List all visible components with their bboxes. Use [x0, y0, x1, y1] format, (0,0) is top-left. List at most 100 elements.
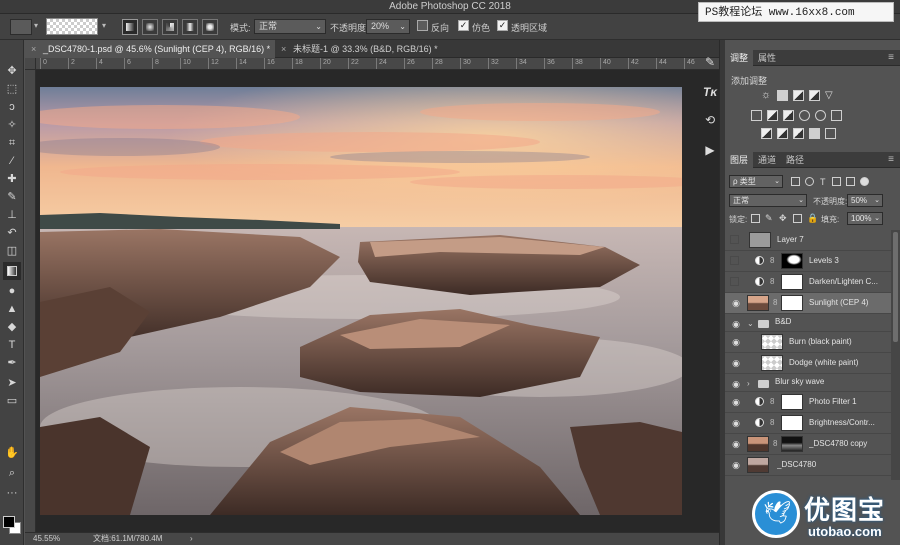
eye-icon[interactable]: ◉: [730, 439, 742, 449]
diamond-gradient-button[interactable]: [202, 19, 218, 35]
tab-channels[interactable]: 通道: [753, 152, 781, 168]
levels-icon[interactable]: [777, 90, 788, 101]
chevron-down-icon[interactable]: ▾: [34, 21, 38, 30]
pen-tool-icon[interactable]: ✒: [3, 354, 21, 372]
actions-play-icon[interactable]: ▶: [700, 140, 720, 160]
layer-row[interactable]: ◉ _DSC4780: [725, 455, 891, 476]
magic-wand-tool-icon[interactable]: ✧: [3, 116, 21, 134]
visibility-toggle[interactable]: [730, 235, 739, 244]
layer-row[interactable]: Layer 7: [725, 230, 891, 251]
invert-icon[interactable]: [761, 128, 772, 139]
layer-row[interactable]: ◉ 8 _DSC4780 copy: [725, 434, 891, 455]
chevron-down-icon[interactable]: ⌄: [747, 319, 754, 328]
layer-mask-thumbnail[interactable]: [781, 253, 803, 269]
filter-adjustment-icon[interactable]: [805, 177, 814, 186]
tab-dsc4780[interactable]: × _DSC4780-1.psd @ 45.6% (Sunlight (CEP …: [25, 40, 275, 58]
layer-filter-select[interactable]: ρ 类型 ⌄: [729, 175, 783, 188]
eye-icon[interactable]: ◉: [730, 298, 742, 308]
stamp-tool-icon[interactable]: ⊥: [3, 206, 21, 224]
eyedropper-tool-icon[interactable]: ⁄: [3, 152, 21, 170]
lock-pixels-icon[interactable]: ✎: [765, 213, 773, 224]
layer-mask-thumbnail[interactable]: [781, 415, 803, 431]
horizontal-ruler[interactable]: 0 2 4 6 8 10 12 14 16 18 20 22 24 26 28 30 32 34 36 38 40 42 4…: [36, 58, 719, 70]
reflected-gradient-button[interactable]: [182, 19, 198, 35]
paint-bucket-tool-icon[interactable]: ◆: [3, 318, 21, 336]
tab-paths[interactable]: 路径: [781, 152, 809, 168]
status-menu-arrow[interactable]: ›: [190, 533, 193, 545]
tool-preset-picker[interactable]: [10, 19, 32, 35]
group-row[interactable]: ◉ ⌄ B&D: [725, 314, 891, 332]
tab-layers[interactable]: 图层: [725, 152, 754, 168]
layer-mask-thumbnail[interactable]: [781, 436, 803, 452]
hand-tool-icon[interactable]: ✋: [3, 444, 21, 462]
more-tools-icon[interactable]: ···: [3, 484, 21, 502]
transparency-checkbox[interactable]: ✓: [497, 20, 508, 31]
eraser-tool-icon[interactable]: ◫: [3, 242, 21, 260]
layer-row-selected[interactable]: ◉ 8 Sunlight (CEP 4): [725, 293, 891, 314]
filter-shape-icon[interactable]: [832, 177, 841, 186]
blur-tool-icon[interactable]: ●: [3, 282, 21, 300]
move-tool-icon[interactable]: ✥: [3, 62, 21, 80]
gradient-editor-swatch[interactable]: [46, 18, 98, 35]
layer-row[interactable]: 8 Darken/Lighten C...: [725, 272, 891, 293]
opacity-input[interactable]: 20% ⌄: [366, 19, 410, 34]
mode-select[interactable]: 正常 ⌄: [254, 19, 326, 34]
dither-checkbox[interactable]: ✓: [458, 20, 469, 31]
lock-position-icon[interactable]: ✥: [779, 213, 787, 224]
filter-smart-object-icon[interactable]: [846, 177, 855, 186]
close-icon[interactable]: ×: [31, 40, 36, 58]
canvas-area[interactable]: [36, 70, 719, 532]
history-panel-icon[interactable]: ⟲: [700, 110, 720, 130]
lasso-tool-icon[interactable]: ↄ: [3, 98, 21, 116]
color-lookup-icon[interactable]: [831, 110, 842, 121]
radial-gradient-button[interactable]: [142, 19, 158, 35]
history-brush-tool-icon[interactable]: ↶: [3, 224, 21, 242]
vibrance-icon[interactable]: ▽: [825, 90, 836, 101]
threshold-icon[interactable]: [793, 128, 804, 139]
eye-icon[interactable]: ◉: [730, 358, 742, 368]
chevron-down-icon[interactable]: ▾: [102, 21, 106, 30]
eye-icon[interactable]: ◉: [730, 418, 742, 428]
panel-menu-icon[interactable]: ≡: [888, 154, 894, 165]
zoom-tool-icon[interactable]: ⌕: [3, 464, 21, 482]
blend-mode-select[interactable]: 正常 ⌄: [729, 194, 807, 207]
tab-adjustments[interactable]: 调整: [725, 50, 754, 66]
eye-icon[interactable]: ◉: [730, 319, 742, 329]
marquee-tool-icon[interactable]: ⬚: [3, 80, 21, 98]
layer-row[interactable]: ◉ Dodge (white paint): [725, 353, 891, 374]
selective-color-icon[interactable]: [809, 128, 820, 139]
filter-toggle-icon[interactable]: [860, 177, 869, 186]
close-icon[interactable]: ×: [281, 40, 286, 58]
layer-mask-thumbnail[interactable]: [781, 394, 803, 410]
group-row[interactable]: ◉ › Blur sky wave: [725, 374, 891, 392]
foreground-color-swatch[interactable]: [3, 516, 15, 528]
document-image[interactable]: [40, 87, 682, 515]
eye-icon[interactable]: ◉: [730, 337, 742, 347]
layer-row[interactable]: 8 Levels 3: [725, 251, 891, 272]
vertical-ruler[interactable]: [25, 70, 36, 532]
angle-gradient-button[interactable]: [162, 19, 178, 35]
fill-input[interactable]: 100% ⌄: [847, 212, 883, 225]
layer-row[interactable]: ◉ 8 Brightness/Contr...: [725, 413, 891, 434]
exposure-icon[interactable]: [809, 90, 820, 101]
posterize-icon[interactable]: [777, 128, 788, 139]
tab-untitled[interactable]: × 未标题-1 @ 33.3% (B&D, RGB/16) *: [275, 40, 453, 58]
layer-row[interactable]: ◉ Burn (black paint): [725, 332, 891, 353]
visibility-toggle[interactable]: [730, 277, 739, 286]
tab-properties[interactable]: 属性: [753, 50, 781, 66]
layer-mask-thumbnail[interactable]: [781, 274, 803, 290]
eye-icon[interactable]: ◉: [730, 379, 742, 389]
layer-row[interactable]: ◉ 8 Photo Filter 1: [725, 392, 891, 413]
path-select-tool-icon[interactable]: ➤: [3, 374, 21, 392]
ruler-origin[interactable]: [25, 58, 36, 70]
filter-pixel-icon[interactable]: [791, 177, 800, 186]
filter-type-icon[interactable]: T: [820, 177, 826, 187]
brush-tool-icon[interactable]: ✎: [3, 188, 21, 206]
type-tool-icon[interactable]: T: [3, 336, 21, 354]
brush-settings-icon[interactable]: ✎: [700, 52, 720, 72]
character-panel-icon[interactable]: Tĸ: [700, 82, 720, 102]
shape-tool-icon[interactable]: ▭: [3, 392, 21, 410]
gradient-map-icon[interactable]: [825, 128, 836, 139]
crop-tool-icon[interactable]: ⌗: [3, 134, 21, 152]
lock-artboard-icon[interactable]: [793, 214, 802, 223]
